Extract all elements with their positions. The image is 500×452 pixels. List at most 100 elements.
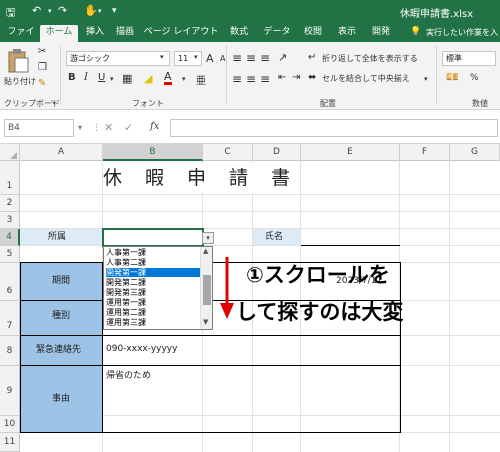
undo-dropdown-icon[interactable]: ▾ (48, 7, 52, 15)
formula-bar: B4 ▾ ⋮ ✕ ✓ fx (0, 110, 500, 144)
tab-draw[interactable]: 描画 (112, 25, 138, 42)
row-header-3[interactable]: 3 (0, 212, 20, 229)
column-header-b[interactable]: B (103, 144, 203, 161)
ellipsis-icon: ⋮ (92, 123, 101, 133)
row-header-10[interactable]: 10 (0, 416, 20, 433)
customize-qat-icon[interactable]: ▾ (112, 6, 117, 16)
wrap-text-icon[interactable]: ↵ (308, 52, 316, 63)
row-header-4[interactable]: 4 (0, 229, 20, 246)
align-center-icon[interactable]: ≡ (246, 72, 256, 86)
dropdown-option[interactable]: 開発第二課 (106, 278, 200, 287)
dropdown-scrollbar[interactable]: ▲ ▼ (200, 247, 212, 329)
enter-icon[interactable]: ✓ (124, 121, 133, 134)
paste-icon[interactable] (6, 48, 30, 74)
align-middle-icon[interactable]: ≡ (246, 51, 256, 65)
column-header-a[interactable]: A (20, 144, 103, 161)
orientation-icon[interactable]: ↗ (278, 51, 287, 64)
underline-button[interactable]: U (98, 72, 105, 83)
chevron-down-icon[interactable]: ▾ (110, 75, 114, 83)
shrink-font-icon[interactable]: A (220, 54, 225, 63)
phonetic-icon[interactable]: 亜 (196, 72, 206, 87)
chevron-down-icon[interactable]: ▾ (194, 53, 198, 61)
name-label: 氏名 (253, 229, 300, 245)
tab-home[interactable]: ホーム (40, 25, 78, 42)
wrap-text-button[interactable]: 折り返して全体を表示する (322, 53, 418, 64)
align-left-icon[interactable]: ≡ (232, 72, 242, 86)
touch-dropdown-icon[interactable]: ▾ (98, 7, 102, 15)
scroll-up-icon[interactable]: ▲ (203, 247, 208, 255)
tab-file[interactable]: ファイル (4, 25, 38, 52)
dept-input-cell[interactable] (102, 228, 204, 247)
name-box[interactable]: B4 (4, 119, 74, 137)
dropdown-toggle-icon[interactable]: ▾ (202, 232, 214, 244)
font-name-select[interactable]: 游ゴシック (66, 51, 170, 66)
copy-icon[interactable]: ❐ (38, 62, 47, 73)
row-header-5[interactable]: 5 (0, 246, 20, 263)
name-box-dropdown-icon[interactable]: ▾ (78, 123, 82, 132)
number-format-select[interactable]: 標準 (442, 51, 496, 66)
borders-icon[interactable]: ▦ (122, 72, 132, 85)
redo-icon[interactable]: ↷ (58, 4, 67, 17)
column-header-g[interactable]: G (450, 144, 500, 161)
column-header-f[interactable]: F (400, 144, 450, 161)
grow-font-icon[interactable]: A (206, 52, 214, 65)
column-header-e[interactable]: E (301, 144, 400, 161)
tab-review[interactable]: 校閲 (300, 25, 326, 42)
align-right-icon[interactable]: ≡ (260, 72, 270, 86)
chevron-down-icon[interactable]: ▾ (160, 53, 164, 61)
tab-insert[interactable]: 挿入 (82, 25, 108, 42)
fill-color-icon[interactable]: ◢ (144, 72, 152, 85)
scroll-thumb[interactable] (203, 275, 211, 305)
scroll-down-icon[interactable]: ▼ (203, 318, 208, 326)
select-all-corner[interactable] (0, 144, 20, 161)
formula-input[interactable] (170, 119, 498, 137)
tab-developer[interactable]: 開発 (368, 25, 394, 42)
row-header-7[interactable]: 7 (0, 301, 20, 336)
dropdown-option[interactable]: 人事第二課 (106, 258, 200, 267)
column-headers: A B C D E F G (0, 144, 500, 161)
format-painter-icon[interactable]: ✎ (38, 78, 46, 89)
column-header-d[interactable]: D (253, 144, 301, 161)
dropdown-option[interactable]: 運用第一課 (106, 298, 200, 307)
merge-center-button[interactable]: セルを結合して中央揃え (322, 73, 410, 84)
increase-indent-icon[interactable]: ⇥ (292, 72, 300, 83)
merge-center-icon[interactable]: ⬌ (308, 72, 316, 83)
touch-mode-icon[interactable]: ✋ (84, 4, 98, 17)
group-font-label: フォント (132, 99, 164, 108)
dropdown-option-selected[interactable]: 開発第一課 (106, 268, 200, 277)
tab-page-layout[interactable]: ページ レイアウト (142, 25, 220, 42)
decrease-indent-icon[interactable]: ⇤ (278, 72, 286, 83)
paste-label[interactable]: 貼り付け (4, 76, 36, 87)
dropdown-option[interactable]: 開発第三課 (106, 288, 200, 297)
cancel-icon[interactable]: ✕ (104, 121, 113, 134)
tell-me-box[interactable]: 実行したい作業を入力 (426, 25, 498, 52)
chevron-down-icon[interactable]: ▾ (424, 75, 428, 83)
row-header-6[interactable]: 6 (0, 263, 20, 301)
align-bottom-icon[interactable]: ≡ (260, 51, 270, 65)
tab-formulas[interactable]: 数式 (226, 25, 252, 42)
save-icon[interactable]: 🖫 (6, 4, 15, 23)
font-color-icon[interactable]: A (164, 71, 172, 85)
italic-button[interactable]: I (84, 72, 88, 83)
row-header-8[interactable]: 8 (0, 336, 20, 366)
undo-icon[interactable]: ↶ (32, 4, 41, 17)
currency-icon[interactable]: 💴 (446, 72, 458, 83)
dropdown-option[interactable]: 運用第二課 (106, 308, 200, 317)
cut-icon[interactable]: ✂ (38, 46, 46, 57)
row-header-9[interactable]: 9 (0, 366, 20, 416)
percent-icon[interactable]: % (470, 73, 479, 83)
dept-dropdown-list[interactable]: 人事第一課 人事第二課 開発第一課 開発第二課 開発第三課 運用第一課 運用第二… (103, 246, 213, 330)
row-header-2[interactable]: 2 (0, 195, 20, 212)
row-header-11[interactable]: 11 (0, 433, 20, 452)
clipboard-launcher-icon[interactable]: ↘ (50, 98, 56, 106)
column-header-c[interactable]: C (203, 144, 253, 161)
align-top-icon[interactable]: ≡ (232, 51, 242, 65)
dropdown-option[interactable]: 運用第三課 (106, 318, 200, 327)
tab-data[interactable]: データ (262, 25, 292, 42)
tab-view[interactable]: 表示 (334, 25, 360, 42)
insert-function-icon[interactable]: fx (150, 121, 159, 132)
chevron-down-icon[interactable]: ▾ (182, 75, 186, 83)
bold-button[interactable]: B (68, 72, 76, 83)
dropdown-option[interactable]: 人事第一課 (106, 248, 200, 257)
row-header-1[interactable]: 1 (0, 161, 20, 195)
